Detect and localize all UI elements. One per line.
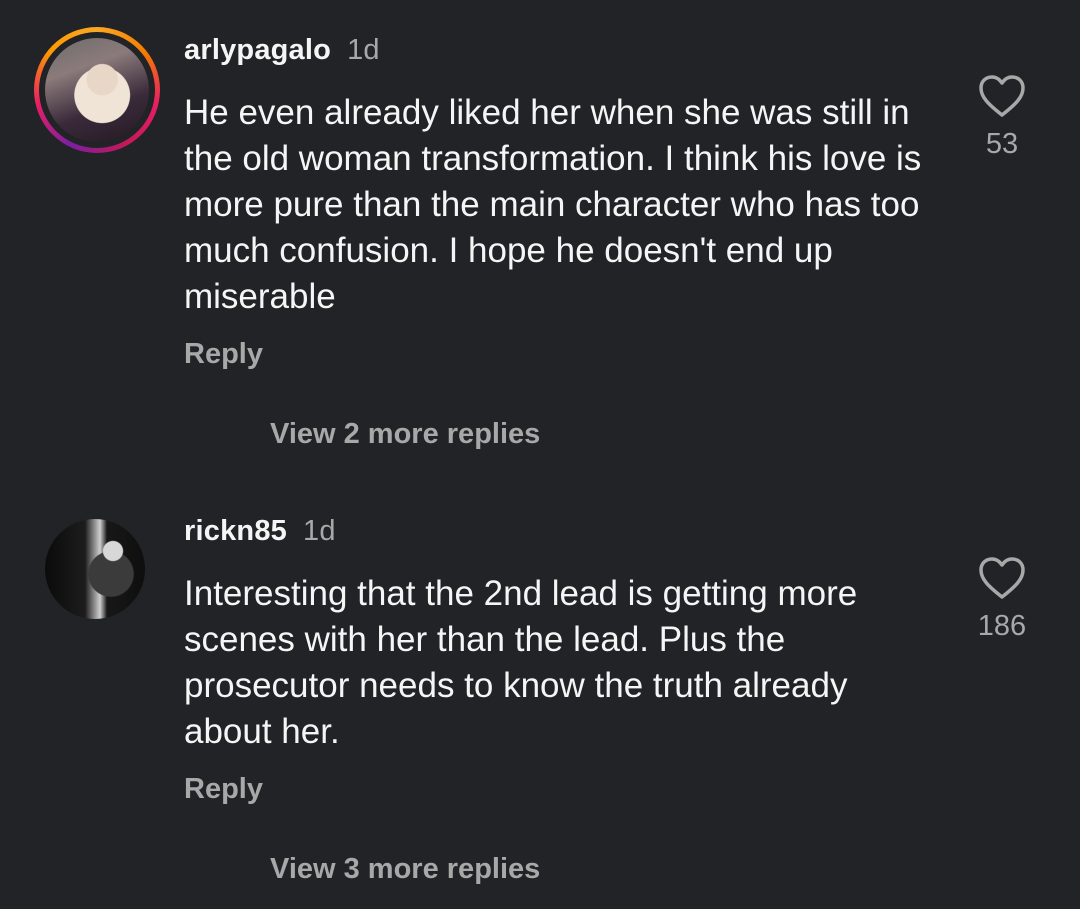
heart-icon[interactable] [978, 556, 1026, 600]
view-more-replies-button[interactable]: View 3 more replies [270, 853, 540, 886]
avatar[interactable] [45, 38, 149, 142]
timestamp: 1d [302, 515, 336, 547]
like-count: 186 [977, 610, 1027, 642]
reply-button[interactable]: Reply [184, 338, 263, 371]
avatar[interactable] [45, 519, 145, 619]
heart-icon[interactable] [978, 74, 1026, 118]
view-more-replies-button[interactable]: View 2 more replies [270, 418, 540, 451]
timestamp: 1d [347, 34, 380, 66]
comment-header: rickn85 1d [184, 515, 336, 548]
comment-text: Interesting that the 2nd lead is getting… [184, 574, 858, 751]
reply-button[interactable]: Reply [184, 773, 263, 806]
like-control[interactable]: 53 [960, 74, 1044, 161]
avatar-story-ring[interactable] [34, 27, 160, 153]
comment-header: arlypagalo 1d [184, 34, 380, 67]
username[interactable]: rickn85 [184, 515, 287, 547]
like-count: 53 [985, 128, 1019, 160]
comment-text: He even already liked her when she was s… [184, 93, 922, 316]
avatar-ring-gap [39, 32, 155, 148]
like-control[interactable]: 186 [960, 556, 1044, 643]
username[interactable]: arlypagalo [184, 34, 331, 66]
